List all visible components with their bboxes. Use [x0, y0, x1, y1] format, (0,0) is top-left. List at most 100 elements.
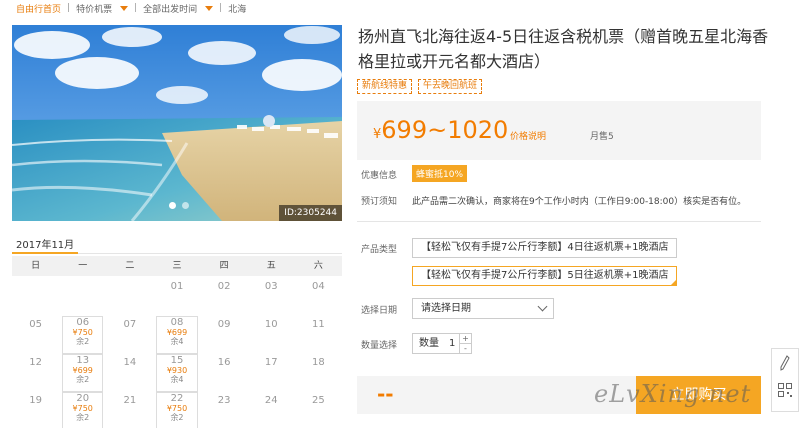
calendar-month: 2017年11月: [16, 240, 75, 251]
day-number: 06: [76, 317, 90, 328]
product-option-4day[interactable]: 【轻松飞仅有手提7公斤行李额】4日往返机票+1晚酒店: [412, 238, 678, 258]
calendar-day-available[interactable]: 20 ¥750 余2: [62, 392, 104, 428]
pencil-icon[interactable]: [780, 355, 790, 371]
day-number: 17: [264, 357, 278, 368]
calendar-day: 14: [106, 354, 153, 392]
day-number: 01: [170, 281, 184, 292]
product-photo[interactable]: ID:2305244: [12, 25, 342, 221]
calendar-day: 25: [295, 392, 342, 428]
day-price: ¥750: [166, 404, 188, 413]
calendar-day-available[interactable]: 08 ¥699 余4: [156, 316, 198, 354]
divider: [357, 221, 761, 222]
qr-code-icon[interactable]: [778, 383, 792, 397]
breadcrumb-destination: 北海: [228, 4, 247, 15]
calendar-day: 10: [248, 316, 295, 354]
day-number: 09: [217, 319, 231, 330]
decrement-button[interactable]: -: [460, 344, 471, 353]
day-number: 10: [264, 319, 278, 330]
quantity-prefix: 数量: [419, 338, 439, 349]
breadcrumb-separator: |: [67, 3, 71, 13]
day-number: 12: [29, 357, 42, 368]
day-remaining: 余2: [76, 413, 90, 422]
day-number: 20: [76, 393, 90, 404]
product-option-5day[interactable]: 【轻松飞仅有手提7公斤行李额】5日往返机票+1晚酒店: [412, 266, 678, 286]
price-explain-link[interactable]: 价格说明: [510, 129, 546, 142]
day-number: 21: [123, 395, 137, 406]
beach-image: [12, 25, 342, 221]
breadcrumb-home[interactable]: 自由行首页: [16, 2, 61, 15]
day-remaining: 余2: [170, 413, 184, 422]
calendar-day: 16: [201, 354, 248, 392]
weekday-label: 二: [125, 261, 135, 271]
calendar-day-available[interactable]: 15 ¥930 余4: [156, 354, 198, 392]
day-number: 14: [123, 357, 137, 368]
chevron-down-icon[interactable]: [120, 5, 129, 11]
calendar-day: 04: [295, 278, 342, 316]
weekday-label: 日: [31, 261, 41, 271]
calendar-day-available[interactable]: 22 ¥750 余2: [156, 392, 198, 428]
day-number: 22: [170, 393, 184, 404]
calendar-day-available[interactable]: 06 ¥750 余2: [62, 316, 104, 354]
day-remaining: 余4: [170, 375, 184, 384]
carousel-dot[interactable]: [182, 202, 189, 209]
promo-badge: 蜂蜜抵10%: [412, 165, 468, 182]
date-select[interactable]: 请选择日期: [412, 298, 554, 319]
day-price: ¥750: [72, 404, 93, 413]
day-number: 16: [217, 357, 231, 368]
date-select-label: 选择日期: [361, 306, 398, 316]
calendar-day: [12, 278, 59, 316]
calendar-day: 23: [201, 392, 248, 428]
day-number: 04: [312, 281, 325, 292]
weekday-label: 五: [266, 261, 276, 271]
day-number: 03: [264, 281, 278, 292]
breadcrumb-category[interactable]: 特价机票: [76, 2, 112, 15]
breadcrumb-separator: |: [219, 3, 223, 13]
breadcrumb-separator: |: [134, 3, 138, 13]
calendar-day: 02: [201, 278, 248, 316]
day-remaining: 余2: [76, 375, 90, 384]
day-number: 13: [76, 355, 90, 366]
calendar-day: 18: [295, 354, 342, 392]
day-number: 05: [29, 319, 42, 330]
day-price: ¥930: [166, 366, 188, 375]
calendar-day: 17: [248, 354, 295, 392]
stepper-buttons: + -: [459, 334, 471, 353]
day-number: 07: [123, 319, 137, 330]
calendar-day: [106, 278, 153, 316]
weekday-label: 一: [78, 261, 88, 271]
quantity-stepper[interactable]: 数量 1 + -: [412, 333, 472, 354]
photo-id-label: ID:2305244: [279, 205, 342, 221]
calendar-day: 11: [295, 316, 342, 354]
product-tags: 新航线特惠 午去晚回航班: [357, 79, 483, 94]
price-range: ¥699~1020: [373, 115, 508, 150]
day-price: ¥699: [166, 328, 188, 337]
calendar-day: 21: [106, 392, 153, 428]
tag-new-route: 新航线特惠: [357, 79, 413, 94]
day-number: 23: [217, 395, 231, 406]
quantity-value[interactable]: 1: [449, 334, 455, 353]
chevron-down-icon[interactable]: [205, 5, 214, 11]
notice-text: 此产品需二次确认，商家将在9个工作小时内（工作日9:00-18:00）核实是否有…: [412, 197, 747, 207]
day-number: 11: [312, 319, 325, 330]
calendar-day: 12: [12, 354, 59, 392]
calendar-tab-underline: [12, 252, 342, 254]
increment-button[interactable]: +: [460, 334, 471, 344]
calendar-day: [59, 278, 106, 316]
calendar-day: 01: [153, 278, 200, 316]
breadcrumb: 自由行首页 | 特价机票 | 全部出发时间 | 北海: [16, 0, 246, 16]
weekday-label: 三: [172, 261, 182, 271]
watermark: eLvXing.net: [594, 380, 752, 408]
day-number: 08: [170, 317, 184, 328]
date-select-value: 请选择日期: [421, 303, 471, 314]
breadcrumb-departure[interactable]: 全部出发时间: [143, 2, 197, 15]
product-title: 扬州直飞北海往返4-5日往返含税机票（赠首晚五星北海香格里拉或开元名都大酒店）: [358, 27, 769, 71]
calendar-day-available[interactable]: 13 ¥699 余2: [62, 354, 104, 392]
calendar-day: 05: [12, 316, 59, 354]
day-number: 25: [312, 395, 325, 406]
carousel-dot[interactable]: [169, 202, 176, 209]
calendar-day: 09: [201, 316, 248, 354]
promo-label: 优惠信息: [361, 171, 398, 181]
calendar-day: 03: [248, 278, 295, 316]
price-panel: ¥699~1020 价格说明 月售5: [357, 101, 761, 160]
day-number: 18: [312, 357, 325, 368]
